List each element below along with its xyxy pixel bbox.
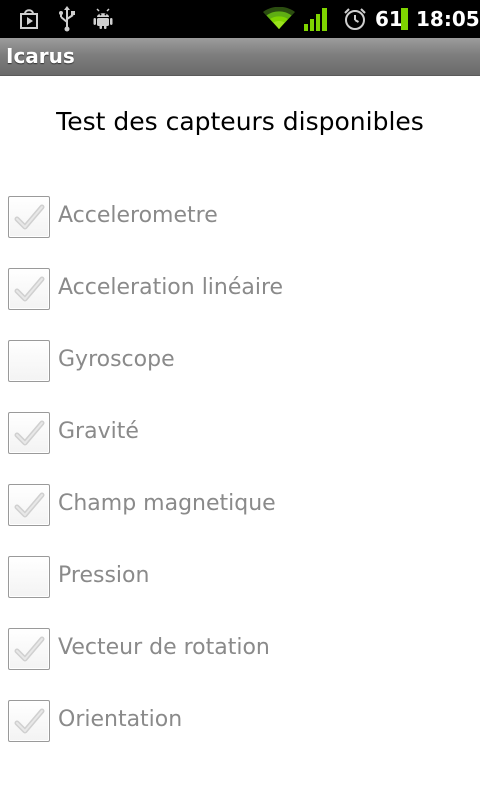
sensor-list: Accelerometre Acceleration linéaire Gyro… bbox=[0, 192, 480, 768]
play-store-notification-icon[interactable] bbox=[16, 5, 42, 33]
page-title: Test des capteurs disponibles bbox=[56, 107, 424, 136]
sensor-label: Orientation bbox=[58, 707, 183, 732]
status-bar: 61 18:05 bbox=[0, 0, 480, 38]
acceleration-lineaire-checkbox[interactable] bbox=[8, 268, 50, 310]
checkmark-icon bbox=[14, 492, 45, 518]
sensor-label: Pression bbox=[58, 563, 150, 588]
status-time: 18:05 bbox=[416, 7, 480, 31]
checkmark-icon bbox=[14, 708, 45, 734]
pression-checkbox[interactable] bbox=[8, 556, 50, 598]
sensor-label: Gyroscope bbox=[58, 347, 175, 372]
title-bar: Icarus bbox=[0, 38, 480, 76]
checkmark-icon bbox=[14, 204, 45, 230]
gravite-checkbox[interactable] bbox=[8, 412, 50, 454]
sensor-item-gravite[interactable]: Gravité bbox=[0, 408, 480, 480]
champ-magnetique-checkbox[interactable] bbox=[8, 484, 50, 526]
sensor-item-champ-magnetique[interactable]: Champ magnetique bbox=[0, 480, 480, 552]
alarm-icon bbox=[342, 5, 368, 33]
orientation-checkbox[interactable] bbox=[8, 700, 50, 742]
sensor-item-acceleration-lineaire[interactable]: Acceleration linéaire bbox=[0, 264, 480, 336]
checkmark-icon bbox=[14, 636, 45, 662]
sensor-label: Acceleration linéaire bbox=[58, 275, 284, 300]
battery-icon bbox=[401, 8, 408, 30]
sensor-label: Champ magnetique bbox=[58, 491, 276, 516]
gyroscope-checkbox[interactable] bbox=[8, 340, 50, 382]
accelerometre-checkbox[interactable] bbox=[8, 196, 50, 238]
android-debug-icon bbox=[90, 5, 116, 33]
battery-level-text: 61 bbox=[375, 7, 403, 31]
signal-icon bbox=[302, 5, 330, 33]
wifi-icon bbox=[263, 5, 295, 33]
sensor-item-orientation[interactable]: Orientation bbox=[0, 696, 480, 768]
usb-icon bbox=[56, 5, 78, 33]
sensor-label: Accelerometre bbox=[58, 203, 218, 228]
checkmark-icon bbox=[14, 276, 45, 302]
app-title: Icarus bbox=[6, 44, 75, 68]
sensor-label: Gravité bbox=[58, 419, 139, 444]
checkmark-icon bbox=[14, 420, 45, 446]
sensor-item-accelerometre[interactable]: Accelerometre bbox=[0, 192, 480, 264]
sensor-item-gyroscope[interactable]: Gyroscope bbox=[0, 336, 480, 408]
vecteur-de-rotation-checkbox[interactable] bbox=[8, 628, 50, 670]
sensor-label: Vecteur de rotation bbox=[58, 635, 270, 660]
sensor-item-pression[interactable]: Pression bbox=[0, 552, 480, 624]
sensor-item-vecteur-de-rotation[interactable]: Vecteur de rotation bbox=[0, 624, 480, 696]
